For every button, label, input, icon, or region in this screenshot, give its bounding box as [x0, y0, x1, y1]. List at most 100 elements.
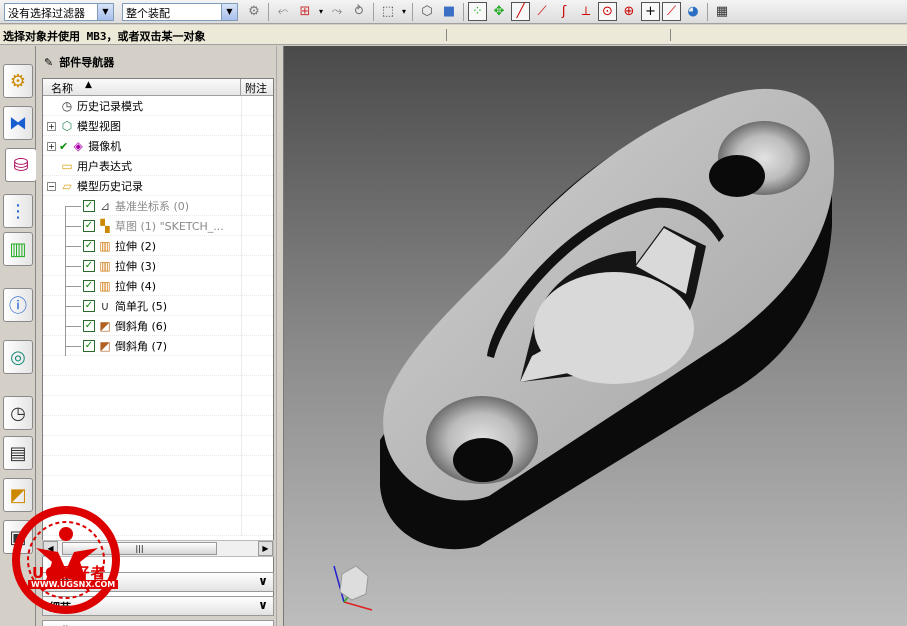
- collapse-icon[interactable]: −: [47, 181, 56, 191]
- cue-divider: [446, 29, 447, 41]
- tree-connector: [65, 206, 81, 207]
- tree-body: ◷ 历史记录模式 + ⬡ 模型视图 + ✔ ◈ 摄像机 ▭ 用户表达式 − ▱ 模型历史记录 ✓ ⊿ 基准坐标系…: [43, 96, 273, 536]
- hole-icon: ∪: [100, 299, 110, 313]
- tree-node-label: 模型视图: [77, 120, 121, 133]
- column-divider: [241, 336, 242, 356]
- chevron-down-icon[interactable]: ▾: [400, 2, 408, 22]
- tree-connector: [65, 326, 81, 327]
- perpendicular-icon[interactable]: ⟂: [576, 2, 596, 22]
- arc-center-icon[interactable]: ⊙: [598, 2, 617, 21]
- curve-icon[interactable]: ʃ: [554, 2, 574, 22]
- visibility-checkbox[interactable]: ✓: [83, 280, 95, 292]
- assembly-navigator-icon[interactable]: ⚙: [3, 64, 33, 98]
- visibility-checkbox[interactable]: ✓: [83, 240, 95, 252]
- chevron-down-icon[interactable]: ∨: [255, 622, 271, 626]
- clock-icon: ◷: [61, 99, 73, 113]
- part-navigator-icon[interactable]: ⛁: [5, 148, 36, 182]
- panel-splitter[interactable]: [276, 46, 284, 626]
- column-divider: [241, 356, 242, 376]
- column-divider: [241, 176, 242, 196]
- shaded-view-icon[interactable]: ■: [439, 2, 459, 22]
- column-header-note[interactable]: 附注: [241, 79, 267, 95]
- process-studio-icon[interactable]: ▤: [3, 436, 33, 470]
- column-header-name[interactable]: 名称 ▲: [43, 79, 241, 95]
- column-divider: [241, 456, 242, 476]
- selection-scope-dropdown[interactable]: 整个装配 ▼: [122, 2, 238, 21]
- toolbar-separator: [707, 2, 708, 21]
- visibility-checkbox[interactable]: ✓: [83, 320, 95, 332]
- view-cube-icon[interactable]: ⬡: [417, 2, 437, 22]
- tree-connector: [65, 206, 66, 356]
- graphics-window-icon[interactable]: ▦: [712, 2, 732, 22]
- column-divider: [241, 276, 242, 296]
- graphics-window[interactable]: [284, 46, 907, 626]
- snap-dropdown-icon[interactable]: ▾: [317, 2, 325, 22]
- toolbar-separator: [373, 2, 374, 21]
- chevron-down-icon[interactable]: ▼: [97, 3, 113, 20]
- reuse-library-icon[interactable]: ⋮: [3, 194, 33, 228]
- circle-icon[interactable]: ⊕: [619, 2, 639, 22]
- select-options-icon[interactable]: ⥁: [349, 2, 369, 22]
- web-icon[interactable]: ◎: [3, 340, 33, 374]
- tree-node[interactable]: − ▱ 模型历史记录: [43, 176, 273, 196]
- visibility-checkbox[interactable]: ✓: [83, 200, 95, 212]
- select-options-icon[interactable]: ⤳: [327, 2, 347, 22]
- toolbar-separator: [268, 2, 269, 21]
- camera-icon: ◈: [73, 139, 83, 153]
- line-end-icon[interactable]: ⟋: [532, 2, 552, 22]
- history-icon[interactable]: ◷: [3, 396, 33, 430]
- line-icon[interactable]: ╱: [511, 2, 530, 21]
- snap-point-icon[interactable]: ⬿: [273, 2, 293, 22]
- point-constructor-icon[interactable]: ⊞: [295, 2, 315, 22]
- tree-connector: [65, 226, 81, 227]
- column-divider: [241, 156, 242, 176]
- quadrant-icon[interactable]: ◕: [683, 2, 703, 22]
- empty-tree-row: [43, 376, 273, 396]
- tree-node[interactable]: ◷ 历史记录模式: [43, 96, 273, 116]
- type-filter-dropdown[interactable]: 没有选择过滤器 ▼: [4, 2, 114, 21]
- expand-icon[interactable]: +: [47, 121, 56, 131]
- tree-node[interactable]: + ⬡ 模型视图: [43, 116, 273, 136]
- intersection-icon[interactable]: +: [641, 2, 660, 21]
- lower-hole: [453, 438, 513, 482]
- type-filter-icon[interactable]: ⚙: [244, 2, 264, 22]
- constraint-navigator-icon[interactable]: ⧓: [3, 106, 33, 140]
- empty-tree-row: [43, 416, 273, 436]
- scroll-right-icon[interactable]: ▶: [258, 541, 273, 556]
- rectangle-select-icon[interactable]: ⬚: [378, 2, 398, 22]
- sketch-icon: ▚: [100, 219, 110, 233]
- column-divider: [241, 396, 242, 416]
- visibility-checkbox[interactable]: ✔: [59, 140, 68, 153]
- tree-node[interactable]: + ✔ ◈ 摄像机: [43, 136, 273, 156]
- pin-icon[interactable]: ✎: [44, 56, 53, 69]
- tree-node-label: 拉伸 (4): [115, 280, 157, 293]
- tree-node-label: 历史记录模式: [77, 100, 143, 113]
- empty-tree-row: [43, 396, 273, 416]
- existing-point-icon[interactable]: ⁘: [468, 2, 487, 21]
- column-divider: [241, 96, 242, 116]
- column-divider: [241, 376, 242, 396]
- info-icon[interactable]: ⓘ: [3, 288, 33, 322]
- visibility-checkbox[interactable]: ✓: [83, 300, 95, 312]
- palette-icon[interactable]: ▥: [3, 232, 33, 266]
- midpoint-icon[interactable]: ⟋: [662, 2, 681, 21]
- expand-icon[interactable]: +: [47, 141, 56, 151]
- column-divider: [241, 236, 242, 256]
- empty-tree-row: [43, 356, 273, 376]
- visibility-checkbox[interactable]: ✓: [83, 260, 95, 272]
- tree-connector: [65, 246, 81, 247]
- tree-node[interactable]: ▭ 用户表达式: [43, 156, 273, 176]
- column-divider: [241, 476, 242, 496]
- chevron-down-icon[interactable]: ▼: [221, 3, 237, 20]
- visibility-checkbox[interactable]: ✓: [83, 340, 95, 352]
- extrude-icon: ▥: [99, 239, 111, 253]
- cue-divider: [670, 29, 671, 41]
- tree-node-label: 倒斜角 (7): [115, 340, 168, 353]
- toolbar-separator: [463, 2, 464, 21]
- chevron-down-icon[interactable]: ∨: [255, 598, 271, 614]
- chevron-down-icon[interactable]: ∨: [255, 574, 271, 590]
- extrude-icon: ▥: [99, 279, 111, 293]
- visibility-checkbox[interactable]: ✓: [83, 220, 95, 232]
- end-point-icon[interactable]: ✥: [489, 2, 509, 22]
- main-toolbar: 没有选择过滤器 ▼ 整个装配 ▼ ⚙ ⬿ ⊞ ▾ ⤳ ⥁ ⬚ ▾ ⬡ ■ ⁘ ✥…: [0, 0, 907, 24]
